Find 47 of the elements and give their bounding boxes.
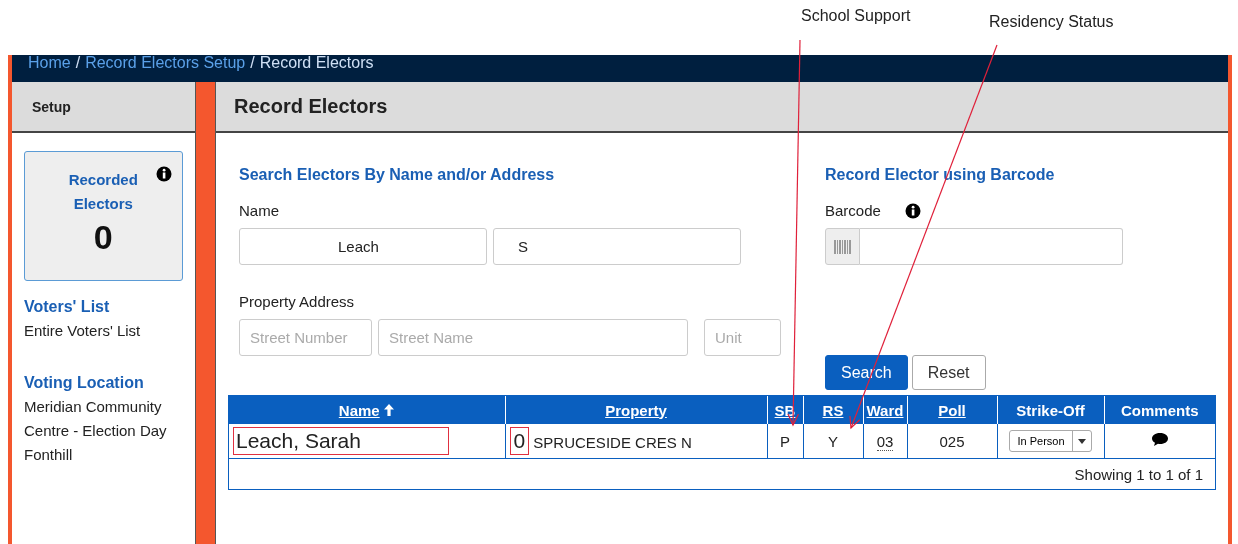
property-cell: SPRUCESIDE CRES N	[533, 434, 692, 451]
panel-title: Record Electors	[216, 82, 1228, 133]
name-cell: Leach, Sarah	[233, 427, 449, 455]
column-header[interactable]: Property	[605, 401, 667, 419]
comment-icon[interactable]	[1150, 432, 1169, 447]
field-label: Name	[239, 202, 279, 219]
street-name-field[interactable]: Street Name	[378, 319, 688, 356]
column-header: Comments	[1121, 401, 1199, 419]
column-header[interactable]: Name	[338, 401, 395, 419]
street-number-field[interactable]: Street Number	[239, 319, 372, 356]
strike-off-dropdown[interactable]: In Person	[1009, 430, 1092, 452]
pagination-info: Showing 1 to 1 of 1	[1074, 465, 1203, 483]
caret-icon	[1077, 438, 1086, 444]
unit-number: 0	[509, 427, 530, 455]
breadcrumb-separator: /	[75, 55, 81, 72]
sidebar-title: Setup	[12, 82, 195, 133]
section-heading: Voting Location	[24, 373, 145, 393]
reset-button[interactable]: Reset	[911, 355, 986, 390]
barcode-field[interactable]	[860, 228, 1123, 265]
breadcrumb-separator: /	[250, 55, 255, 72]
annotation-label: Residency Status	[989, 13, 1114, 31]
first-name-field[interactable]: S	[493, 228, 741, 265]
barcode-icon	[833, 239, 852, 254]
field-label: Property Address	[239, 293, 355, 310]
column-header[interactable]: Poll	[938, 401, 966, 419]
section-text: Entire Voters' List	[24, 321, 142, 341]
breadcrumb-current: Record Electors	[259, 55, 374, 72]
column-header: Strike-Off	[1016, 401, 1085, 419]
annotation-label: School Support	[801, 7, 911, 25]
counter-label: Recorded Electors	[67, 170, 139, 214]
field-label: Barcode	[825, 202, 881, 219]
sort-arrow-icon	[382, 403, 395, 417]
table-cell: 025	[939, 432, 965, 450]
table-cell: Y	[828, 432, 838, 450]
ward-cell: 03	[876, 432, 894, 451]
section-text: Fonthill	[24, 445, 74, 465]
section-heading: Voters' List	[24, 297, 111, 317]
breadcrumb-link[interactable]: Record Electors Setup	[85, 55, 246, 71]
info-icon[interactable]	[155, 166, 172, 182]
unit-field[interactable]: Unit	[704, 319, 781, 356]
counter-value: 0	[93, 218, 113, 257]
breadcrumb-link[interactable]: Home	[28, 55, 71, 71]
section-text: Meridian Community Centre - Election Day	[24, 397, 168, 441]
last-name-field[interactable]: Leach	[239, 228, 487, 265]
section-heading: Search Electors By Name and/or Address	[239, 166, 556, 184]
table-cell: P	[780, 432, 790, 450]
info-icon[interactable]	[904, 202, 921, 219]
